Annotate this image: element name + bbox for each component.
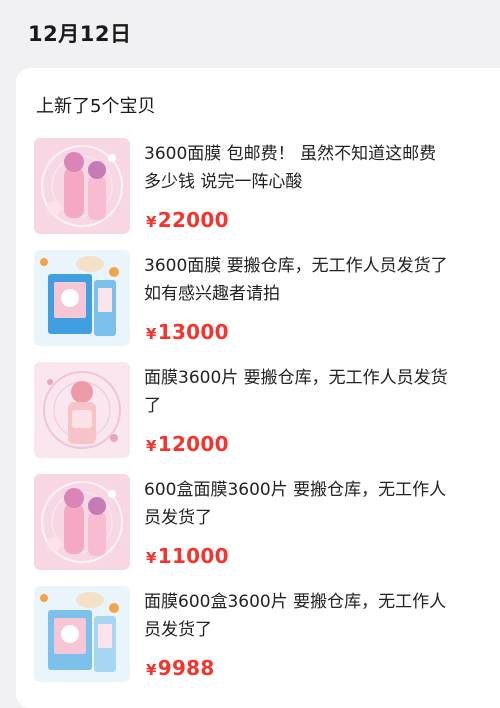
product-price: ¥12000 xyxy=(146,432,229,456)
product-description-line: 如有感兴趣者请拍 xyxy=(144,284,280,304)
product-item[interactable]: 面膜3600片 要搬仓库，无工作人员发货 了 ¥12000 xyxy=(34,362,500,462)
product-description-line: 员发货了 xyxy=(144,620,212,640)
product-description[interactable]: 3600面膜 要搬仓库，无工作人员发货了 如有感兴趣者请拍 xyxy=(144,252,500,308)
product-thumbnail[interactable] xyxy=(34,474,130,570)
product-description-line: 600盒面膜3600片 要搬仓库，无工作人 xyxy=(144,480,447,500)
product-item[interactable]: 600盒面膜3600片 要搬仓库，无工作人 员发货了 ¥11000 xyxy=(34,474,500,574)
currency-symbol: ¥ xyxy=(146,437,157,455)
product-description[interactable]: 600盒面膜3600片 要搬仓库，无工作人 员发货了 xyxy=(144,476,500,532)
currency-symbol: ¥ xyxy=(146,213,157,231)
product-thumbnail[interactable] xyxy=(34,138,130,234)
currency-symbol: ¥ xyxy=(146,661,157,679)
price-value: 11000 xyxy=(157,544,229,568)
product-description-line: 3600面膜 要搬仓库，无工作人员发货了 xyxy=(144,256,448,276)
product-price: ¥22000 xyxy=(146,208,229,232)
price-value: 13000 xyxy=(157,320,229,344)
price-value: 22000 xyxy=(157,208,229,232)
product-item[interactable]: 3600面膜 要搬仓库，无工作人员发货了 如有感兴趣者请拍 ¥13000 xyxy=(34,250,500,350)
price-value: 9988 xyxy=(157,656,215,680)
product-description[interactable]: 面膜3600片 要搬仓库，无工作人员发货 了 xyxy=(144,364,500,420)
product-description-line: 面膜600盒3600片 要搬仓库，无工作人 xyxy=(144,592,447,612)
currency-symbol: ¥ xyxy=(146,325,157,343)
product-thumbnail[interactable] xyxy=(34,586,130,682)
product-price: ¥11000 xyxy=(146,544,229,568)
new-items-card: 上新了5个宝贝 3600面膜 包邮费！ 虽然不知道这邮费 多少钱 说完一阵心酸 … xyxy=(16,68,500,708)
product-description[interactable]: 3600面膜 包邮费！ 虽然不知道这邮费 多少钱 说完一阵心酸 xyxy=(144,140,500,196)
product-thumbnail[interactable] xyxy=(34,250,130,346)
currency-symbol: ¥ xyxy=(146,549,157,567)
product-description[interactable]: 面膜600盒3600片 要搬仓库，无工作人 员发货了 xyxy=(144,588,500,644)
product-thumbnail[interactable] xyxy=(34,362,130,458)
product-description-line: 3600面膜 包邮费！ 虽然不知道这邮费 xyxy=(144,144,437,164)
date-header: 12月12日 xyxy=(28,22,132,46)
product-price: ¥9988 xyxy=(146,656,215,680)
card-title: 上新了5个宝贝 xyxy=(36,96,156,117)
product-description-line: 多少钱 说完一阵心酸 xyxy=(144,172,303,192)
product-item[interactable]: 面膜600盒3600片 要搬仓库，无工作人 员发货了 ¥9988 xyxy=(34,586,500,686)
price-value: 12000 xyxy=(157,432,229,456)
product-price: ¥13000 xyxy=(146,320,229,344)
product-description-line: 面膜3600片 要搬仓库，无工作人员发货 xyxy=(144,368,448,388)
product-item[interactable]: 3600面膜 包邮费！ 虽然不知道这邮费 多少钱 说完一阵心酸 ¥22000 xyxy=(34,138,500,238)
product-description-line: 员发货了 xyxy=(144,508,212,528)
product-description-line: 了 xyxy=(144,396,161,416)
